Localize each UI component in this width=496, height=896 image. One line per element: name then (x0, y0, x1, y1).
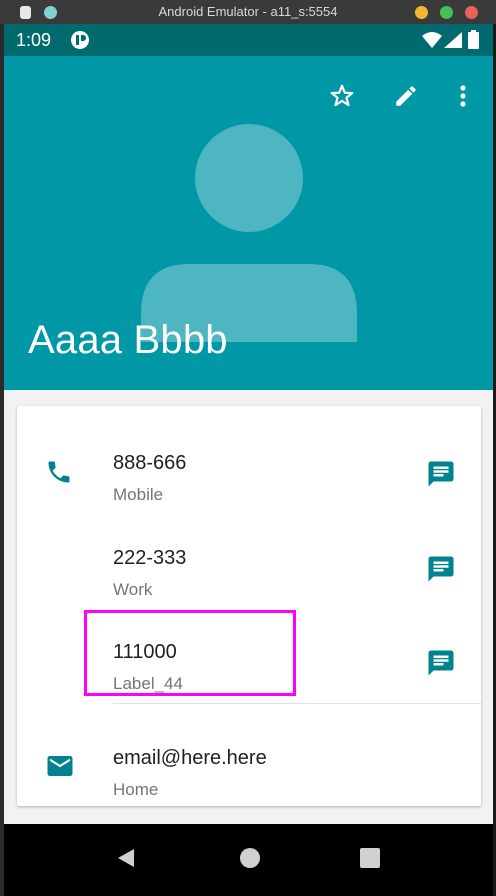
battery-icon (468, 30, 479, 54)
phone-type-label: Work (113, 580, 153, 599)
minimize-button[interactable] (415, 6, 428, 19)
home-button[interactable] (236, 846, 264, 874)
phone-number: 222-333 (113, 547, 187, 569)
recents-button[interactable] (356, 846, 384, 874)
more-vert-icon (459, 84, 467, 113)
phone-entry-mobile[interactable]: 888-666 Mobile (17, 422, 481, 516)
message-icon (426, 554, 456, 589)
email-icon (45, 751, 75, 786)
maximize-button[interactable] (440, 6, 453, 19)
recents-square-icon (359, 847, 381, 874)
contact-details-card: 888-666 Mobile 222-333 Work 111000 Label… (17, 406, 481, 806)
close-button[interactable] (465, 6, 478, 19)
status-time: 1:09 (16, 30, 52, 50)
more-options-button[interactable] (443, 78, 483, 118)
phone-icon (45, 458, 73, 491)
message-icon (426, 459, 456, 494)
section-divider (113, 703, 481, 704)
contact-name: Aaaa Bbbb (28, 318, 228, 362)
send-message-button[interactable] (421, 645, 461, 685)
send-message-button[interactable] (421, 551, 461, 591)
star-outline-icon (329, 83, 355, 114)
phone-entry-custom[interactable]: 111000 Label_44 (17, 611, 481, 705)
back-triangle-icon (115, 847, 137, 874)
app-notification-icon (70, 30, 90, 55)
back-button[interactable] (112, 846, 140, 874)
email-entry-home[interactable]: email@here.here Home (17, 717, 481, 811)
edit-button[interactable] (386, 78, 426, 118)
navigation-bar (4, 824, 493, 896)
status-bar: 1:09 (4, 24, 493, 56)
contact-avatar-icon (139, 124, 359, 347)
wifi-icon (422, 32, 442, 53)
home-circle-icon (239, 847, 261, 874)
emulator-title-bar: Android Emulator - a11_s:5554 (0, 0, 496, 25)
email-address: email@here.here (113, 747, 267, 769)
phone-type-label: Label_44 (113, 674, 183, 693)
phone-number: 111000 (113, 641, 177, 663)
phone-number: 888-666 (113, 452, 187, 474)
contact-header: Aaaa Bbbb (4, 56, 493, 390)
signal-icon (444, 32, 462, 53)
message-icon (426, 648, 456, 683)
phone-type-label: Mobile (113, 485, 164, 504)
device-screen: 1:09 Aaaa Bbbb 888-666 Mobile 222-333 Wo… (4, 24, 493, 896)
phone-entry-work[interactable]: 222-333 Work (17, 517, 481, 611)
pencil-icon (393, 83, 419, 114)
favorite-button[interactable] (322, 78, 362, 118)
email-type-label: Home (113, 780, 159, 799)
send-message-button[interactable] (421, 456, 461, 496)
